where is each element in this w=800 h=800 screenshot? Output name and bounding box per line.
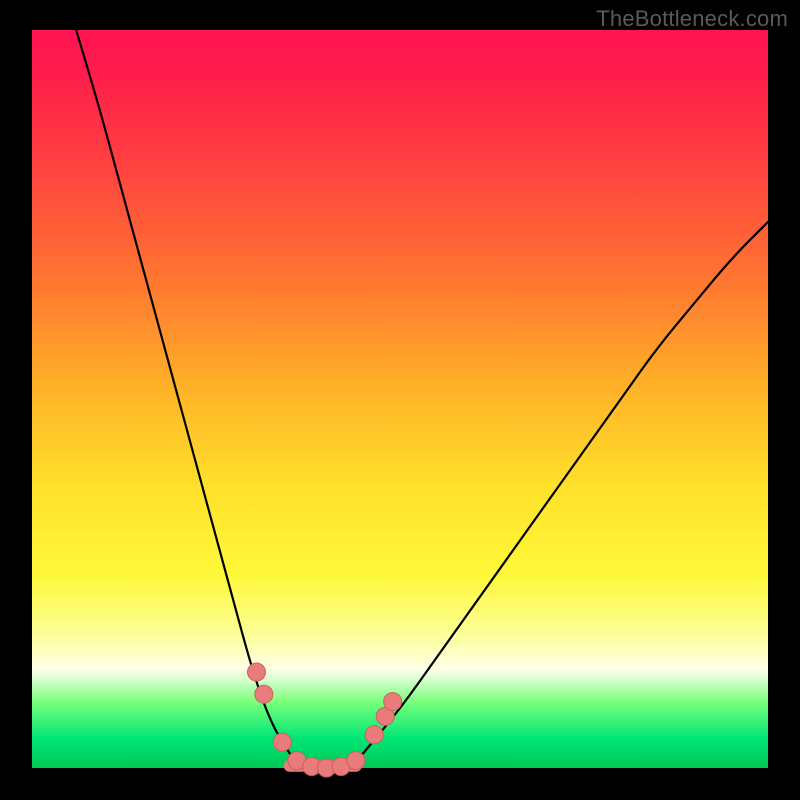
right-branch-path [363, 222, 768, 753]
plot-area [32, 30, 768, 768]
left-branch-path [76, 30, 289, 753]
curve-marker [273, 733, 291, 751]
curve-marker [365, 726, 383, 744]
curve-svg [32, 30, 768, 768]
curve-marker [384, 693, 402, 711]
curve-marker [255, 685, 273, 703]
watermark-text: TheBottleneck.com [596, 6, 788, 32]
chart-frame: TheBottleneck.com [0, 0, 800, 800]
curve-marker [247, 663, 265, 681]
curve-marker [347, 752, 365, 770]
